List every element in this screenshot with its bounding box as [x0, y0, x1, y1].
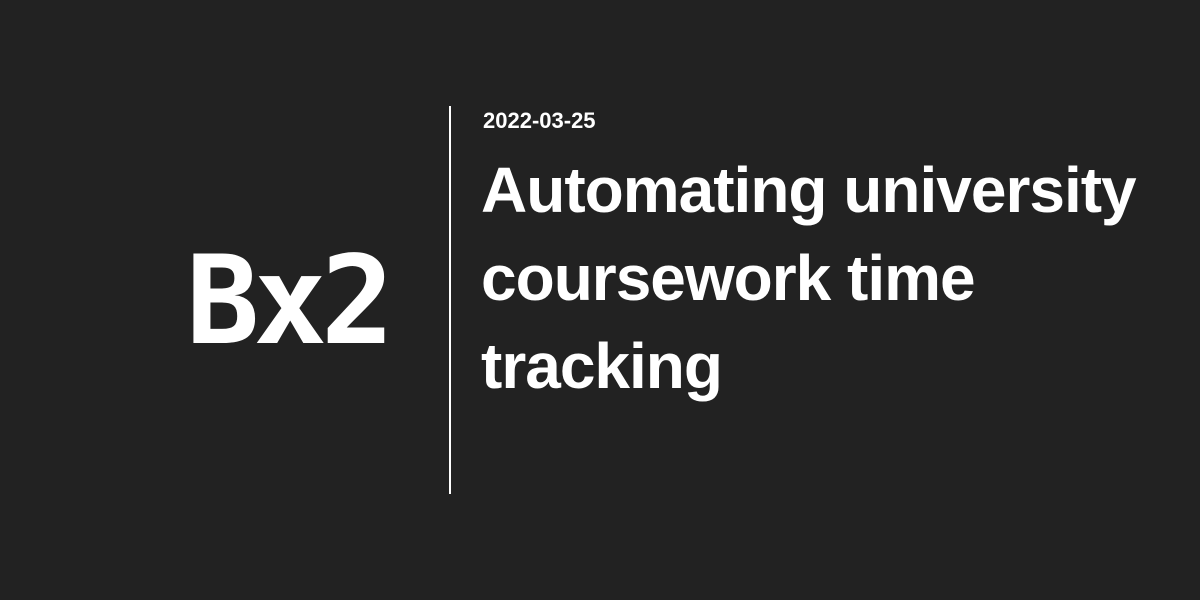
post-date: 2022-03-25	[483, 108, 596, 133]
vertical-divider	[449, 106, 451, 494]
brand-logo: Bx2	[186, 230, 394, 372]
post-title: Automating university coursework time tr…	[481, 154, 1137, 402]
